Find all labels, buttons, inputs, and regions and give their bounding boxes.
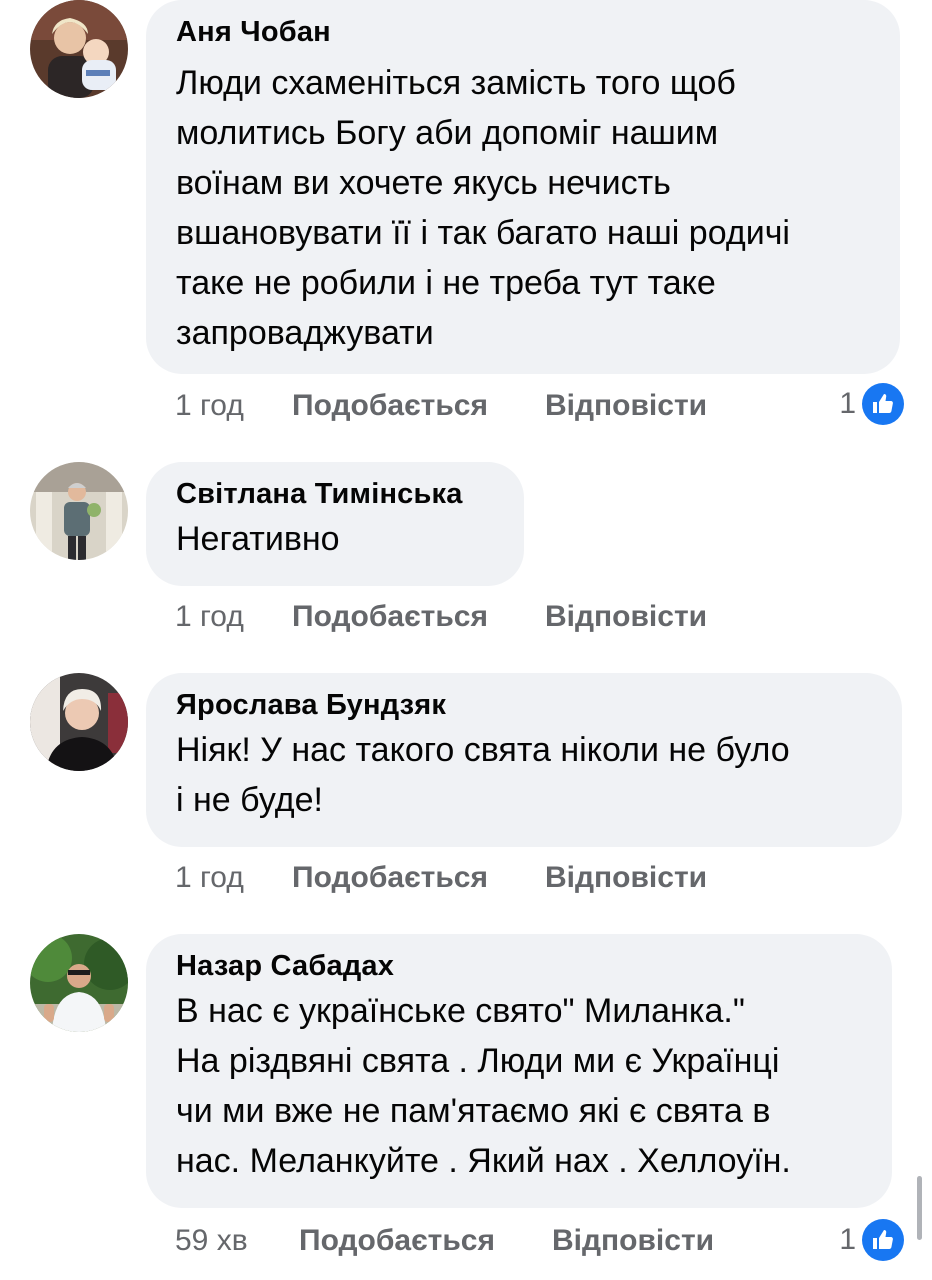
reply-button[interactable]: Відповісти xyxy=(545,858,707,898)
like-button[interactable]: Подобається xyxy=(299,1221,495,1261)
reaction-count: 1 xyxy=(839,1223,856,1256)
comment-text: Негативно xyxy=(176,520,340,558)
like-button[interactable]: Подобається xyxy=(292,386,488,426)
thumbs-up-icon xyxy=(862,1219,904,1261)
comment-time[interactable]: 1 год xyxy=(175,597,244,637)
comment-actions: 1 год Подобається Відповісти xyxy=(175,597,735,637)
reply-button[interactable]: Відповісти xyxy=(545,597,707,637)
scrollbar[interactable] xyxy=(917,1176,922,1240)
like-button[interactable]: Подобається xyxy=(292,597,488,637)
comment-text: Люди схаменіться замість того щоб молити… xyxy=(176,64,790,352)
reaction-count: 1 xyxy=(839,387,856,420)
avatar[interactable] xyxy=(30,462,128,560)
comment-actions: 1 год Подобається Відповісти xyxy=(175,858,735,898)
comment-bubble: Ярослава Бундзяк Ніяк! У нас такого свят… xyxy=(146,673,902,847)
comment-time[interactable]: 1 год xyxy=(175,858,244,898)
reaction-summary[interactable]: 1 xyxy=(839,1218,904,1262)
comment-text: В нас є українське свято" Миланка." На р… xyxy=(176,992,791,1180)
comment-time[interactable]: 1 год xyxy=(175,386,244,426)
avatar[interactable] xyxy=(30,934,128,1032)
comment-author[interactable]: Ярослава Бундзяк xyxy=(176,687,872,723)
reply-button[interactable]: Відповісти xyxy=(545,386,707,426)
comment-time[interactable]: 59 хв xyxy=(175,1221,248,1261)
comment-actions: 1 год Подобається Відповісти xyxy=(175,386,735,426)
comment-author[interactable]: Світлана Тимінська xyxy=(176,476,494,512)
comment-bubble: Аня Чобан Люди схаменіться замість того … xyxy=(146,0,900,374)
comment-text: Ніяк! У нас такого свята ніколи не було … xyxy=(176,731,790,819)
comment-bubble: Світлана Тимінська Негативно xyxy=(146,462,524,586)
thumbs-up-icon xyxy=(862,383,904,425)
avatar[interactable] xyxy=(30,673,128,771)
reply-button[interactable]: Відповісти xyxy=(552,1221,714,1261)
comment-author[interactable]: Аня Чобан xyxy=(176,14,870,50)
reaction-summary[interactable]: 1 xyxy=(839,382,904,426)
comment-bubble: Назар Сабадах В нас є українське свято" … xyxy=(146,934,892,1208)
comment-author[interactable]: Назар Сабадах xyxy=(176,948,862,984)
avatar[interactable] xyxy=(30,0,128,98)
comment-actions: 59 хв Подобається Відповісти xyxy=(175,1221,755,1261)
like-button[interactable]: Подобається xyxy=(292,858,488,898)
